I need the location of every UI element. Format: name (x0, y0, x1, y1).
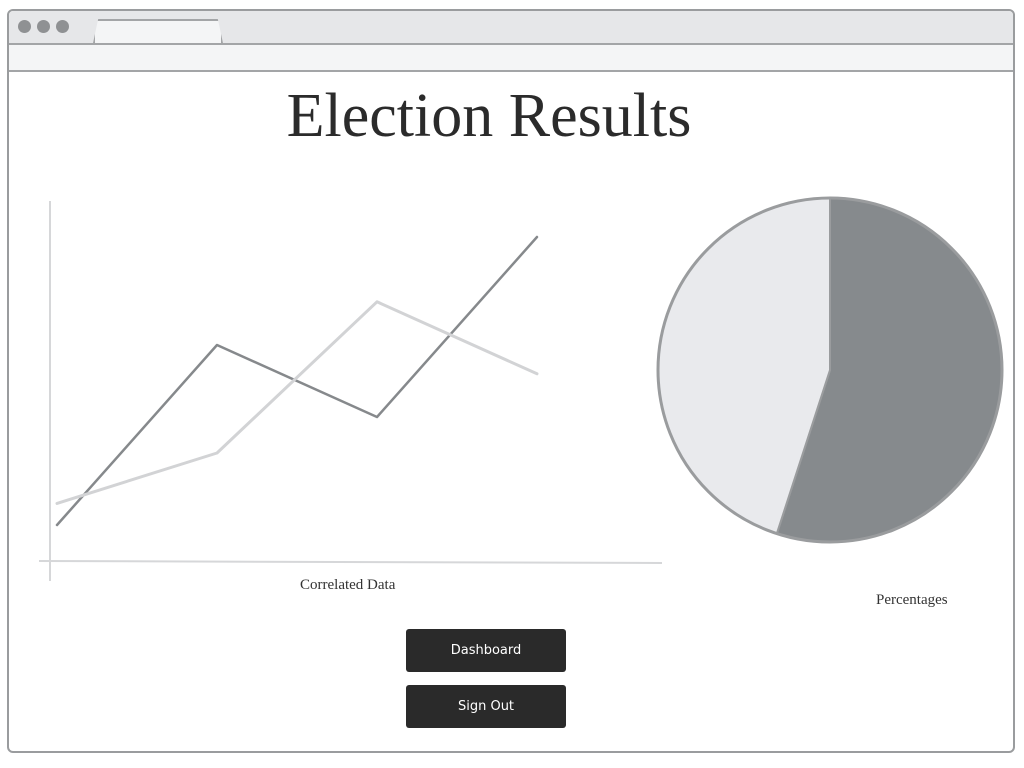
line-chart-caption: Correlated Data (300, 577, 396, 593)
pie-chart-caption: Percentages (876, 592, 948, 608)
x-axis (38, 560, 663, 564)
dashboard-button[interactable]: Dashboard (406, 629, 566, 672)
pie-slices-group (657, 196, 1004, 543)
browser-titlebar (9, 11, 1013, 45)
line-series-2 (55, 300, 539, 505)
window-maximize-dot-icon[interactable] (56, 20, 69, 33)
address-bar[interactable] (9, 45, 1013, 72)
page-title: Election Results (286, 82, 692, 150)
browser-tab[interactable] (93, 19, 223, 43)
line-series-group (55, 235, 539, 527)
line-chart (38, 201, 663, 581)
window-minimize-dot-icon[interactable] (37, 20, 50, 33)
sign-out-button[interactable]: Sign Out (406, 685, 566, 728)
pie-chart (656, 196, 1004, 544)
browser-window: Election Results Correlated Data Percent… (7, 9, 1015, 753)
window-close-dot-icon[interactable] (18, 20, 31, 33)
